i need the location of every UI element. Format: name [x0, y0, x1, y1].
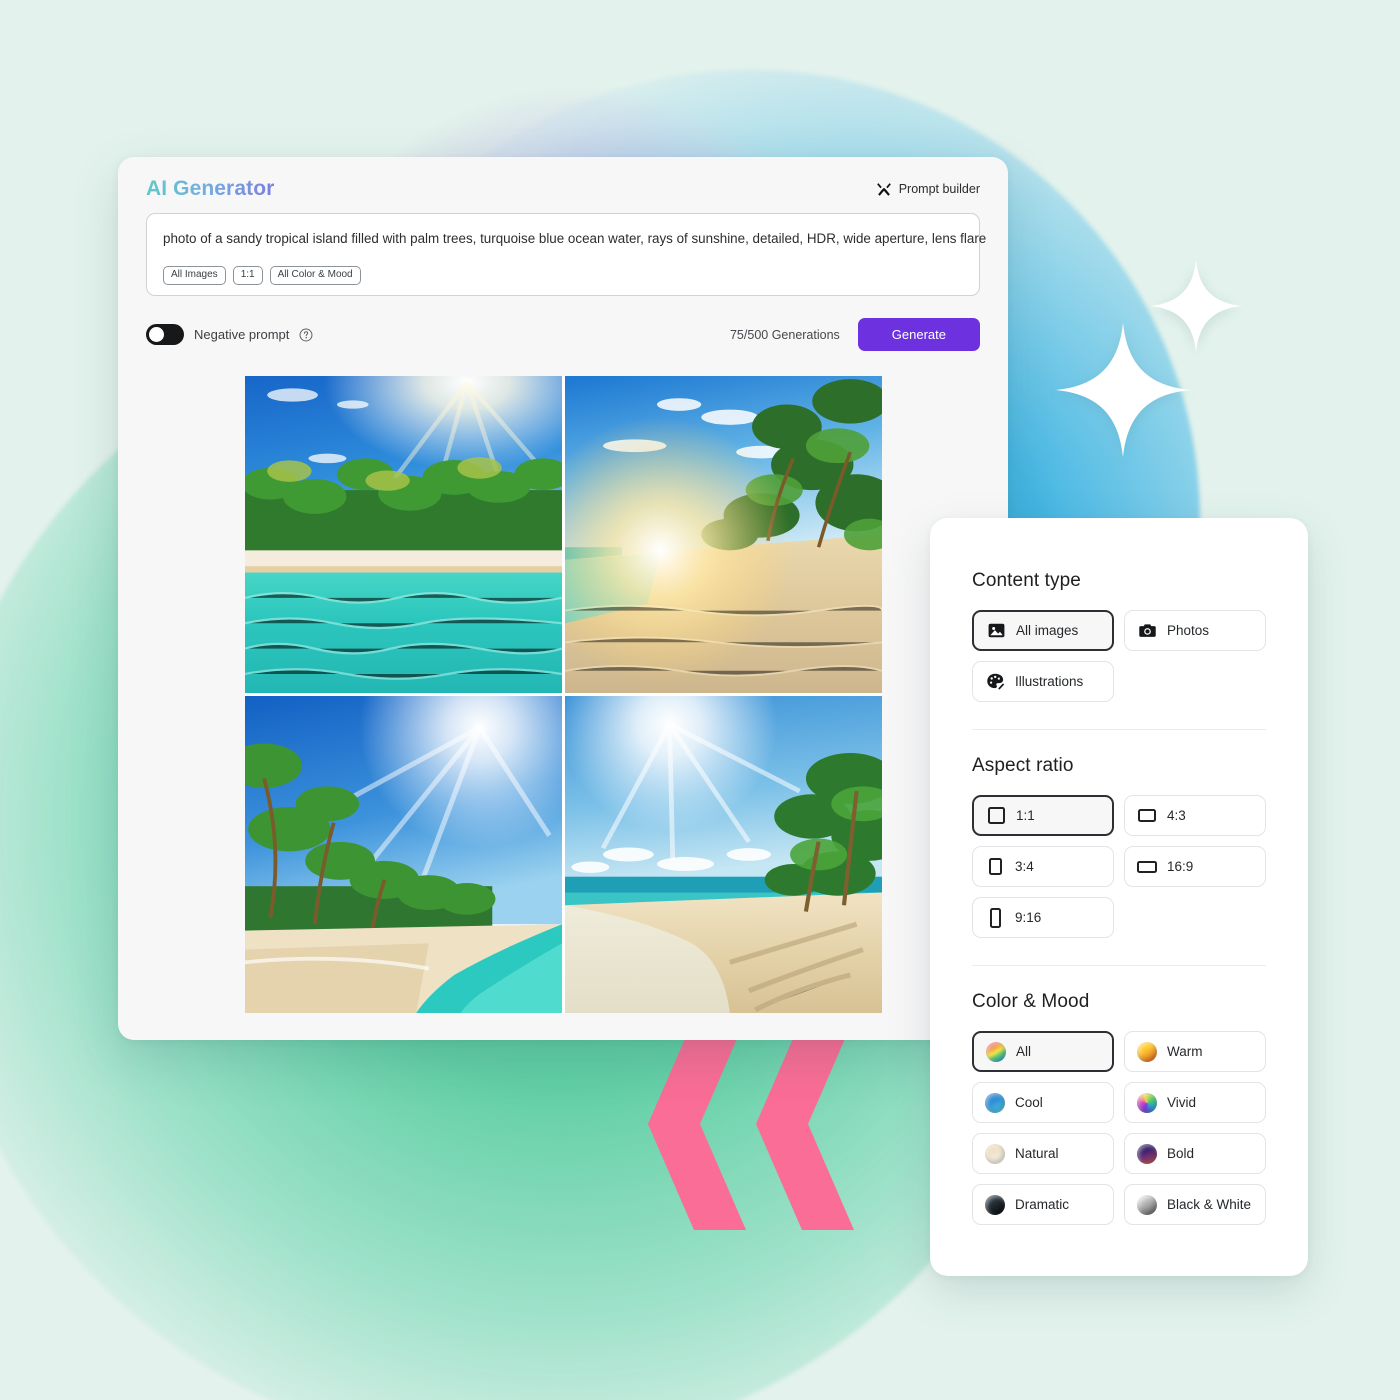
ai-generator-card: AI Generator Prompt builder photo of a s… — [118, 157, 1008, 1040]
option-label: All — [1016, 1044, 1032, 1059]
sphere-vivid-icon — [1137, 1092, 1157, 1113]
results-grid — [245, 376, 882, 1013]
palette-icon — [985, 672, 1005, 691]
prompt-input[interactable]: photo of a sandy tropical island filled … — [146, 213, 987, 296]
option-photos[interactable]: Photos — [1124, 610, 1266, 651]
option-illustrations[interactable]: Illustrations — [972, 661, 1114, 702]
option-label: Vivid — [1167, 1095, 1197, 1110]
chip-all-images[interactable]: All Images — [163, 265, 226, 286]
option-mood-dramatic[interactable]: Dramatic — [972, 1184, 1114, 1225]
negative-prompt-toggle[interactable] — [146, 324, 184, 345]
image-icon — [986, 621, 1006, 640]
option-label: 1:1 — [1016, 808, 1035, 823]
option-label: Photos — [1167, 623, 1210, 638]
rect-tall-icon — [985, 907, 1005, 928]
sparkle-star-large-icon — [1055, 322, 1191, 458]
sphere-bold-icon — [1137, 1143, 1157, 1164]
negative-prompt-control: Negative prompt — [146, 324, 313, 345]
option-ratio-4-3[interactable]: 4:3 — [1124, 795, 1266, 836]
result-image-4[interactable] — [565, 696, 882, 1013]
result-image-2[interactable] — [565, 376, 882, 693]
option-mood-black-and-white[interactable]: Black & White — [1124, 1184, 1266, 1225]
sphere-natural-icon — [985, 1143, 1005, 1164]
option-label: Bold — [1167, 1146, 1195, 1161]
aspect-ratio-options: 1:1 4:3 3:4 16:9 9:16 — [972, 795, 1266, 938]
result-image-3[interactable] — [245, 696, 562, 1013]
section-aspect-ratio: Aspect ratio 1:1 4:3 3:4 16:9 9:16 — [972, 755, 1266, 938]
option-label: Cool — [1015, 1095, 1043, 1110]
screenshot-canvas: AI Generator Prompt builder photo of a s… — [0, 0, 1400, 1400]
prompt-builder-button[interactable]: Prompt builder — [876, 181, 980, 197]
question-circle-icon[interactable] — [299, 328, 313, 342]
generate-area: 75/500 Generations Generate — [730, 318, 980, 351]
sphere-dark-icon — [985, 1194, 1005, 1215]
option-label: Warm — [1167, 1044, 1203, 1059]
prompt-builder-label: Prompt builder — [898, 182, 980, 196]
generations-count: 75/500 Generations — [729, 327, 840, 342]
toggle-knob — [149, 327, 164, 342]
square-icon — [986, 807, 1006, 824]
option-ratio-16-9[interactable]: 16:9 — [1124, 846, 1266, 887]
option-label: All images — [1016, 623, 1079, 638]
chip-aspect-ratio[interactable]: 1:1 — [232, 265, 263, 286]
section-title-content-type: Content type — [972, 570, 1081, 591]
prompt-text-value: photo of a sandy tropical island filled … — [163, 231, 987, 246]
section-title-color-mood: Color & Mood — [972, 991, 1090, 1012]
double-chevron-left-icon — [648, 1018, 854, 1230]
sphere-gray-icon — [1137, 1194, 1157, 1215]
color-mood-options: All Warm Cool Vivid Natural Bold Dramati… — [972, 1031, 1266, 1225]
option-label: Black & White — [1167, 1197, 1252, 1212]
section-color-mood: Color & Mood All Warm Cool Vivid Natural… — [972, 991, 1266, 1225]
generation-options-panel: Content type All images Photos Illustrat… — [930, 518, 1308, 1276]
option-ratio-9-16[interactable]: 9:16 — [972, 897, 1114, 938]
option-mood-vivid[interactable]: Vivid — [1124, 1082, 1266, 1123]
option-label: 3:4 — [1015, 859, 1034, 874]
option-label: 4:3 — [1167, 808, 1186, 823]
option-all-images[interactable]: All images — [972, 610, 1114, 651]
result-image-1[interactable] — [245, 376, 562, 693]
tools-icon — [876, 183, 891, 196]
section-title-aspect-ratio: Aspect ratio — [972, 755, 1074, 776]
option-mood-bold[interactable]: Bold — [1124, 1133, 1266, 1174]
option-ratio-3-4[interactable]: 3:4 — [972, 846, 1114, 887]
rect-portrait-icon — [985, 858, 1005, 875]
option-label: 9:16 — [1015, 910, 1042, 925]
generator-controls: Negative prompt 75/500 Generations Gener… — [146, 318, 980, 351]
card-header: AI Generator Prompt builder — [118, 157, 1008, 207]
sphere-warm-icon — [1137, 1041, 1157, 1062]
option-label: Illustrations — [1015, 674, 1084, 689]
camera-icon — [1137, 621, 1157, 640]
sphere-rainbow-icon — [986, 1041, 1006, 1062]
option-label: 16:9 — [1167, 859, 1194, 874]
option-ratio-1-1[interactable]: 1:1 — [972, 795, 1114, 836]
sphere-cool-icon — [985, 1092, 1005, 1113]
page-title: AI Generator — [146, 177, 275, 200]
option-mood-all[interactable]: All — [972, 1031, 1114, 1072]
option-label: Natural — [1015, 1146, 1059, 1161]
negative-prompt-label: Negative prompt — [194, 327, 290, 342]
sparkle-star-small-icon — [1149, 259, 1243, 353]
content-type-options: All images Photos Illustrations — [972, 610, 1266, 702]
option-mood-cool[interactable]: Cool — [972, 1082, 1114, 1123]
section-content-type: Content type All images Photos Illustrat… — [972, 570, 1266, 702]
option-mood-warm[interactable]: Warm — [1124, 1031, 1266, 1072]
divider-2 — [972, 965, 1266, 966]
generate-button[interactable]: Generate — [857, 318, 980, 351]
option-mood-natural[interactable]: Natural — [972, 1133, 1114, 1174]
divider-1 — [972, 729, 1266, 730]
rect-wide-icon — [1137, 860, 1157, 873]
chip-color-mood[interactable]: All Color & Mood — [269, 265, 361, 286]
prompt-chips: All Images 1:1 All Color & Mood — [163, 265, 963, 286]
option-label: Dramatic — [1015, 1197, 1070, 1212]
rect-landscape-icon — [1137, 809, 1157, 822]
